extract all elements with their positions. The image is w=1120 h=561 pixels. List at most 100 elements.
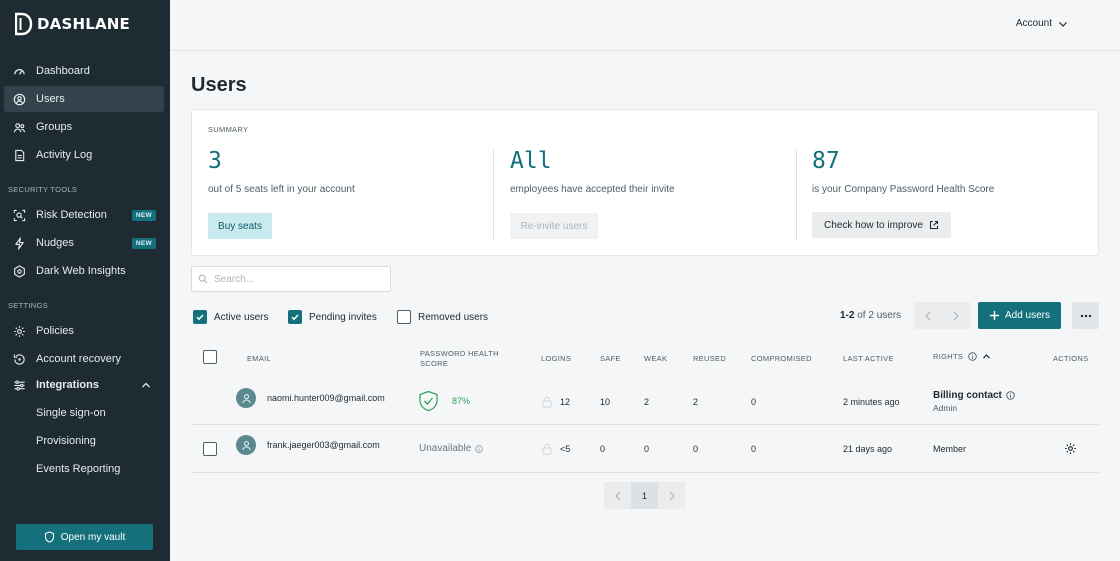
header-rights[interactable]: RIGHTS: [933, 352, 991, 361]
sidebar-item-dashboard[interactable]: Dashboard: [4, 58, 164, 84]
last-active: 21 days ago: [843, 444, 893, 454]
check-icon: [196, 314, 204, 321]
security-tools-heading: SECURITY TOOLS: [8, 185, 78, 194]
dark-web-icon: [12, 264, 26, 278]
account-recovery-icon: [12, 352, 26, 366]
checkbox-checked[interactable]: [193, 310, 207, 324]
health-desc: is your Company Password Health Score: [812, 184, 995, 195]
header-logins[interactable]: LOGINS: [541, 354, 571, 363]
sidebar-item-label: Policies: [36, 325, 74, 337]
chevron-left-icon: [925, 311, 931, 320]
summary-label: SUMMARY: [208, 125, 249, 134]
user-rights: Member: [933, 444, 967, 454]
open-vault-button[interactable]: Open my vault: [16, 524, 153, 550]
dashlane-logo-icon: [15, 12, 33, 36]
header-compromised[interactable]: COMPROMISED: [751, 354, 812, 363]
sidebar-item-nudges[interactable]: Nudges NEW: [4, 230, 164, 256]
sidebar-subitem-events-reporting[interactable]: Events Reporting: [36, 459, 120, 479]
divider: [796, 150, 797, 240]
header-reused[interactable]: REUSED: [693, 354, 726, 363]
sidebar-item-dark-web-insights[interactable]: Dark Web Insights: [4, 258, 164, 284]
pagination-prev-button[interactable]: [604, 482, 631, 509]
chevron-up-icon[interactable]: [140, 379, 152, 391]
paging-suffix: of 2 users: [857, 310, 902, 321]
shield-check-icon: [419, 390, 438, 412]
header-safe[interactable]: SAFE: [600, 354, 621, 363]
paging-range: 1-2: [840, 310, 855, 321]
pagination-next-button[interactable]: [658, 482, 685, 509]
sidebar-item-policies[interactable]: Policies: [4, 318, 164, 344]
check-improve-button[interactable]: Check how to improve: [812, 212, 951, 238]
sidebar-subitem-provisioning[interactable]: Provisioning: [36, 431, 96, 451]
checkbox-unchecked[interactable]: [397, 310, 411, 324]
header-actions: ACTIONS: [1053, 354, 1089, 363]
chevron-right-icon: [669, 491, 675, 500]
weak-count: 0: [644, 444, 650, 454]
sidebar-item-users[interactable]: Users: [4, 86, 164, 112]
sidebar-item-label: Account recovery: [36, 353, 121, 365]
chevron-right-icon: [953, 311, 959, 320]
top-bar: Account: [170, 0, 1120, 51]
filter-active-users[interactable]: Active users: [193, 310, 268, 324]
dashboard-icon: [12, 64, 26, 78]
search-icon: [198, 274, 208, 284]
header-weak[interactable]: WEAK: [644, 354, 667, 363]
filter-pending-invites[interactable]: Pending invites: [288, 310, 377, 324]
pagination-page-1[interactable]: 1: [631, 482, 658, 509]
reinvite-users-button[interactable]: Re-invite users: [510, 213, 598, 239]
rights-label: Billing contact: [933, 390, 1002, 401]
avatar: [236, 435, 256, 455]
row-divider: [191, 424, 1099, 425]
dashlane-logo[interactable]: DASHLANE: [15, 12, 130, 36]
users-icon: [12, 92, 26, 106]
info-icon: [1006, 391, 1015, 400]
header-email[interactable]: EMAIL: [247, 354, 271, 363]
account-menu[interactable]: Account: [1016, 18, 1068, 29]
header-password-health[interactable]: PASSWORD HEALTH SCORE: [420, 349, 515, 369]
sidebar-item-label: Activity Log: [36, 149, 93, 161]
row-checkbox[interactable]: [203, 442, 217, 456]
account-label: Account: [1015, 18, 1052, 29]
groups-icon: [12, 120, 26, 134]
compromised-count: 0: [751, 444, 757, 454]
user-email: frank.jaeger003@gmail.com: [267, 440, 380, 450]
filter-removed-users[interactable]: Removed users: [397, 310, 488, 324]
select-all-checkbox[interactable]: [203, 350, 217, 364]
nudges-icon: [12, 236, 26, 250]
page-title: Users: [191, 74, 247, 96]
integrations-icon: [12, 378, 26, 392]
row-divider: [191, 472, 1099, 473]
sidebar-item-integrations[interactable]: Integrations: [4, 372, 164, 398]
more-options-button[interactable]: [1072, 302, 1099, 329]
sidebar-subitem-single-sign-on[interactable]: Single sign-on: [36, 403, 106, 423]
settings-heading: SETTINGS: [8, 301, 48, 310]
sidebar: DASHLANE Dashboard Users Groups Activity…: [0, 0, 170, 561]
new-badge: NEW: [131, 237, 156, 249]
check-improve-label: Check how to improve: [824, 219, 923, 231]
search-input[interactable]: [214, 273, 384, 285]
sidebar-item-label: Risk Detection: [36, 209, 107, 221]
checkbox-checked[interactable]: [288, 310, 302, 324]
buy-seats-button[interactable]: Buy seats: [208, 213, 272, 239]
health-score: Unavailable: [419, 443, 472, 454]
prev-page-button[interactable]: [914, 302, 942, 329]
sidebar-item-label: Groups: [36, 121, 73, 133]
risk-detection-icon: [12, 208, 26, 222]
header-rights-label: RIGHTS: [933, 352, 964, 361]
sidebar-item-risk-detection[interactable]: Risk Detection NEW: [4, 202, 164, 228]
next-page-button[interactable]: [942, 302, 970, 329]
compromised-count: 0: [751, 397, 757, 407]
sidebar-item-activity-log[interactable]: Activity Log: [4, 142, 164, 168]
header-last-active[interactable]: LAST ACTIVE: [843, 354, 894, 363]
sidebar-item-account-recovery[interactable]: Account recovery: [4, 346, 164, 372]
sidebar-item-groups[interactable]: Groups: [4, 114, 164, 140]
external-link-icon: [929, 220, 939, 230]
invites-stat: All employees have accepted their invite: [510, 148, 675, 195]
user-icon: [241, 393, 251, 403]
summary-card: SUMMARY 3 out of 5 seats left in your ac…: [191, 109, 1099, 256]
gear-icon[interactable]: [1064, 442, 1077, 455]
add-users-label: Add users: [1004, 310, 1051, 321]
user-rights: Billing contact: [933, 390, 1015, 401]
new-badge: NEW: [131, 209, 156, 221]
add-users-button[interactable]: Add users: [978, 302, 1061, 329]
